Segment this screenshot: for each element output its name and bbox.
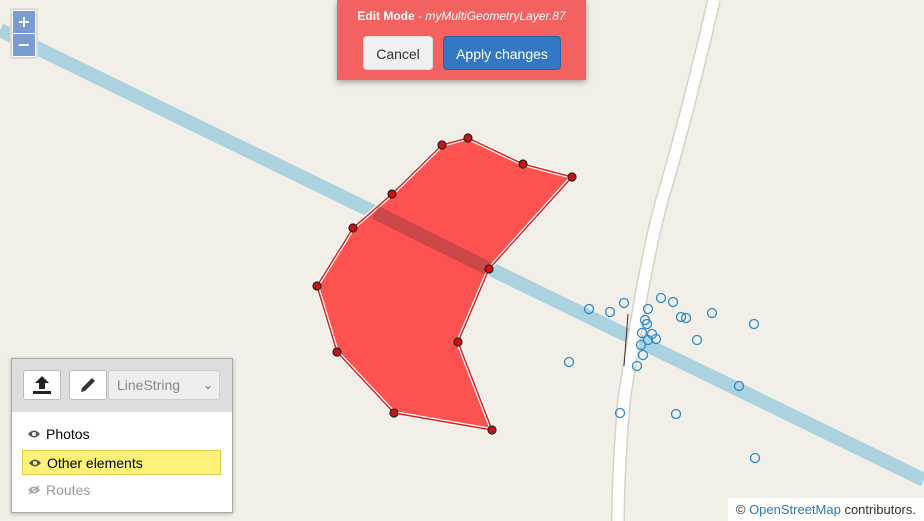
toolbar: LineString ⌄ xyxy=(12,359,232,412)
polygon-vertex-handle[interactable] xyxy=(453,337,463,347)
polygon-vertex-handle[interactable] xyxy=(387,189,397,199)
layer-item-other-elements[interactable]: Other elements xyxy=(22,450,221,475)
polygon-vertex-handle[interactable] xyxy=(484,264,494,274)
layer-item-photos[interactable]: Photos xyxy=(22,422,221,447)
map-marker[interactable] xyxy=(604,306,616,318)
zoom-control: + − xyxy=(10,8,38,59)
zoom-in-button[interactable]: + xyxy=(13,11,35,33)
layer-control-panel: LineString ⌄ Photos Other elements Route… xyxy=(11,358,233,513)
cancel-button[interactable]: Cancel xyxy=(363,36,433,70)
polygon-vertex-handle[interactable] xyxy=(487,425,497,435)
map-attribution: © OpenStreetMap contributors. xyxy=(727,498,924,521)
map-marker[interactable] xyxy=(667,296,679,308)
map-marker[interactable] xyxy=(637,349,649,361)
map-marker[interactable] xyxy=(691,334,703,346)
layer-item-routes[interactable]: Routes xyxy=(22,478,221,503)
polygon-vertex-handle[interactable] xyxy=(567,172,577,182)
upload-icon xyxy=(33,376,51,394)
copyright-symbol: © xyxy=(735,502,750,517)
polygon-vertex-handle[interactable] xyxy=(389,408,399,418)
edit-mode-label: Edit Mode xyxy=(357,9,415,23)
map-marker[interactable] xyxy=(749,452,761,464)
map-marker[interactable] xyxy=(563,356,575,368)
polygon-vertex-handle[interactable] xyxy=(437,140,447,150)
zoom-out-button[interactable]: − xyxy=(13,34,35,56)
edit-mode-panel: Edit Mode - myMultiGeometryLayer.87 Canc… xyxy=(337,0,586,80)
pencil-icon xyxy=(81,378,95,392)
polygon-vertex-handle[interactable] xyxy=(348,223,358,233)
layer-label: Photos xyxy=(46,426,90,442)
openstreetmap-link[interactable]: OpenStreetMap xyxy=(749,502,841,517)
layer-label: Routes xyxy=(46,482,91,498)
layer-label: Other elements xyxy=(47,455,143,471)
map-marker[interactable] xyxy=(655,292,667,304)
map-marker[interactable] xyxy=(706,307,718,319)
map-marker[interactable] xyxy=(618,297,630,309)
attribution-suffix: contributors. xyxy=(840,502,916,517)
draw-button[interactable] xyxy=(69,370,107,400)
polygon-vertex-handle[interactable] xyxy=(332,347,342,357)
map-marker[interactable] xyxy=(748,318,760,330)
apply-changes-button[interactable]: Apply changes xyxy=(443,36,561,70)
polygon-vertex-handle[interactable] xyxy=(518,159,528,169)
edit-mode-separator: - xyxy=(414,9,426,23)
chevron-down-icon: ⌄ xyxy=(202,378,213,392)
upload-button[interactable] xyxy=(23,370,61,400)
map-marker[interactable] xyxy=(670,408,682,420)
polygon-vertex-handle[interactable] xyxy=(312,281,322,291)
polygon-vertex-handle[interactable] xyxy=(463,133,473,143)
eye-slash-icon xyxy=(28,485,40,495)
layer-name: myMultiGeometryLayer.87 xyxy=(425,9,566,23)
geometry-type-value: LineString xyxy=(117,377,181,393)
road-fill xyxy=(612,0,720,521)
eye-icon xyxy=(28,430,40,438)
eye-icon xyxy=(29,459,41,467)
geometry-type-select[interactable]: LineString ⌄ xyxy=(108,370,220,400)
edit-mode-title: Edit Mode - myMultiGeometryLayer.87 xyxy=(337,9,586,23)
